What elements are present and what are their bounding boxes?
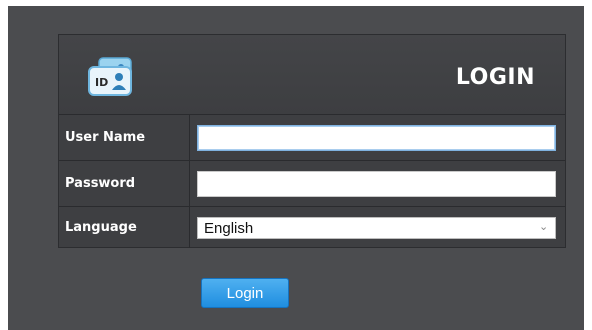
username-input[interactable] — [197, 125, 556, 151]
password-label: Password — [59, 161, 190, 206]
login-panel: ID LOGIN User Name Password Language Eng… — [8, 6, 584, 330]
language-row: Language English ⌄ — [59, 207, 565, 248]
language-label: Language — [59, 207, 190, 248]
username-label: User Name — [59, 115, 190, 160]
svg-text:ID: ID — [95, 76, 108, 89]
password-row: Password — [59, 161, 565, 207]
chevron-down-icon: ⌄ — [539, 221, 549, 233]
id-card-icon: ID — [85, 55, 137, 99]
username-row: User Name — [59, 115, 565, 161]
language-select[interactable]: English ⌄ — [197, 217, 556, 239]
page-title: LOGIN — [455, 65, 535, 90]
login-button[interactable]: Login — [201, 278, 289, 308]
login-box: ID LOGIN User Name Password Language Eng… — [58, 34, 566, 248]
login-header: ID LOGIN — [59, 35, 565, 115]
password-input[interactable] — [197, 171, 556, 197]
language-selected-value: English — [204, 219, 254, 237]
